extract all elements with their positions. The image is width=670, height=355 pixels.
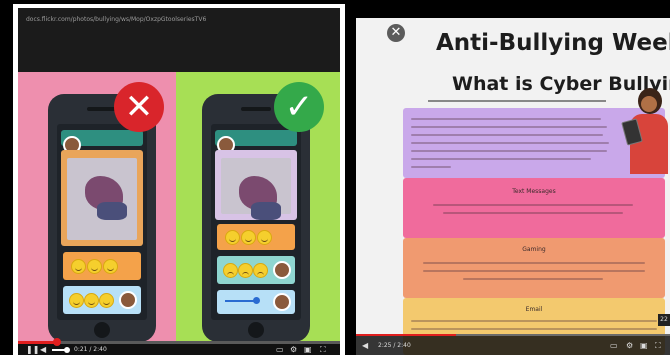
- audio-message-bubble: [217, 290, 295, 314]
- shared-photo: [61, 150, 143, 246]
- sad-emoji-icon: [223, 263, 238, 278]
- laughing-emoji-icon: [84, 293, 99, 308]
- emoji-bubble: [217, 256, 295, 284]
- left-player-controls: ❚❚ ◀ 0:21 / 2:40 ▭ ⚙ ▣ ⛶: [18, 344, 340, 355]
- subtitles-icon[interactable]: ▭: [276, 344, 284, 355]
- text-line: [411, 150, 607, 152]
- text-line: [411, 134, 603, 136]
- sad-emoji-icon: [238, 263, 253, 278]
- text-line: [411, 126, 607, 128]
- text-line: [411, 320, 657, 322]
- video-url-text: docs.flickr.com/photos/bullying/ws/Mop/O…: [26, 16, 207, 23]
- check-mark-badge: ✓: [274, 82, 324, 132]
- laughing-emoji-icon: [99, 293, 114, 308]
- video-header-bar: docs.flickr.com/photos/bullying/ws/Mop/O…: [18, 8, 340, 72]
- x-mark-icon: ✕: [124, 87, 154, 127]
- bad-phone-screen: [57, 124, 147, 320]
- left-time-display: 0:21 / 2:40: [74, 346, 107, 353]
- sad-emoji-icon: [253, 263, 268, 278]
- volume-icon[interactable]: ◀: [362, 336, 368, 355]
- section-heading: Email: [525, 306, 543, 313]
- subtitles-icon[interactable]: ▭: [610, 336, 618, 355]
- phone-speaker: [87, 107, 117, 111]
- audio-knob-icon: [253, 297, 260, 304]
- text-line: [411, 328, 657, 330]
- laughing-emoji-icon: [69, 293, 84, 308]
- left-video-player[interactable]: docs.flickr.com/photos/bullying/ws/Mop/O…: [18, 8, 340, 355]
- section-heading: Text Messages: [512, 188, 556, 195]
- right-time-display: 2:25 / 2:40: [378, 342, 411, 349]
- face: [641, 96, 657, 112]
- section-heading: Gaming: [522, 246, 546, 253]
- shared-photo: [215, 150, 297, 220]
- text-line: [463, 278, 603, 280]
- phone-home-button: [94, 322, 110, 338]
- text-line: [433, 204, 633, 206]
- text-line: [411, 142, 609, 144]
- volume-icon[interactable]: ◀: [40, 344, 46, 355]
- photo-content: [221, 158, 291, 220]
- audio-track: [225, 300, 255, 302]
- miniplayer-icon[interactable]: ▣: [640, 336, 648, 355]
- photo-content: [67, 158, 137, 240]
- slide-title: Anti-Bullying Week: [436, 30, 670, 56]
- settings-gear-icon[interactable]: ⚙: [290, 344, 297, 355]
- good-example-panel: ✓: [176, 72, 340, 342]
- laughing-emoji-icon: [87, 259, 102, 274]
- gaming-section: Gaming: [403, 238, 665, 298]
- pause-icon[interactable]: ❚❚: [26, 344, 39, 355]
- good-phone-screen: [211, 124, 301, 320]
- text-line: [411, 158, 591, 160]
- fullscreen-icon[interactable]: ⛶: [655, 336, 661, 355]
- reply-avatar: [273, 261, 291, 279]
- emoji-bubble: [217, 224, 295, 250]
- text-line: [423, 262, 645, 264]
- phone-home-button: [248, 322, 264, 338]
- phone-speaker: [241, 107, 271, 111]
- left-video-panel: docs.flickr.com/photos/bullying/ws/Mop/O…: [13, 4, 345, 355]
- text-line: [411, 166, 451, 168]
- laughing-emoji-icon: [103, 259, 118, 274]
- laughing-emoji-icon: [241, 230, 256, 245]
- subtitle-underline: [428, 100, 606, 102]
- close-icon[interactable]: ✕: [387, 24, 405, 42]
- settings-gear-icon[interactable]: ⚙: [626, 336, 633, 355]
- x-mark-badge: ✕: [114, 82, 164, 132]
- reply-avatar: [273, 293, 291, 311]
- bad-example-panel: ✕: [18, 72, 176, 342]
- check-mark-icon: ✓: [284, 87, 314, 127]
- reply-avatar: [119, 291, 137, 309]
- text-line: [443, 212, 623, 214]
- laughing-emoji-icon: [257, 230, 272, 245]
- right-video-panel[interactable]: ✕ Anti-Bullying Week What is Cyber Bully…: [356, 18, 670, 355]
- right-player-controls: ◀ 2:25 / 2:40 ▭ ⚙ ▣ ⛶: [356, 336, 670, 355]
- edge-label: 22: [658, 314, 670, 326]
- miniplayer-icon[interactable]: ▣: [304, 344, 312, 355]
- girl-with-tablet-illustration: [621, 88, 670, 178]
- volume-knob[interactable]: [64, 347, 70, 353]
- text-messages-section: Text Messages: [403, 178, 665, 238]
- text-line: [423, 270, 645, 272]
- text-line: [411, 118, 601, 120]
- emoji-bubble: [63, 286, 141, 314]
- emoji-bubble: [63, 252, 141, 280]
- fullscreen-icon[interactable]: ⛶: [320, 344, 326, 355]
- laughing-emoji-icon: [71, 259, 86, 274]
- laughing-emoji-icon: [225, 230, 240, 245]
